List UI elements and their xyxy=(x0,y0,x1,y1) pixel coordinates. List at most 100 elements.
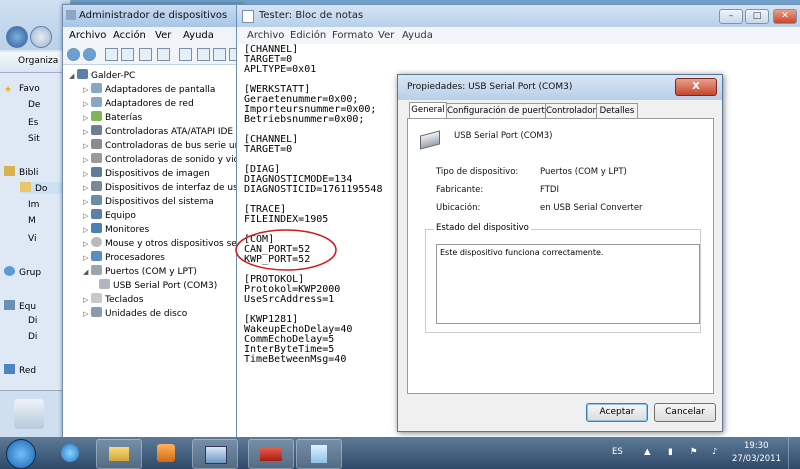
collapse-icon[interactable]: ◢ xyxy=(69,72,77,80)
nav-item[interactable]: Di xyxy=(28,332,37,342)
menu-accion[interactable]: Acción xyxy=(113,30,146,41)
expand-icon[interactable]: ▷ xyxy=(83,86,91,94)
tree-root[interactable]: ◢ Galder-PC xyxy=(69,69,135,81)
nav-item[interactable]: Vi xyxy=(28,234,36,244)
nav-item[interactable]: M xyxy=(28,216,36,226)
tab-driver[interactable]: Controlador xyxy=(545,103,597,119)
ok-button[interactable]: Aceptar xyxy=(586,403,648,422)
tree-item[interactable]: ▷ Controladoras de sonido y vid xyxy=(83,153,239,165)
cancel-button[interactable]: Cancelar xyxy=(654,403,716,422)
menu-ayuda[interactable]: Ayuda xyxy=(402,30,433,41)
notepad-text-area[interactable]: [CHANNEL] TARGET=0 APLTYPE=0x01 [WERKSTATT… xyxy=(244,45,382,365)
tree-item[interactable]: ◢ Puertos (COM y LPT) xyxy=(83,265,197,277)
menu-ayuda[interactable]: Ayuda xyxy=(183,30,214,41)
expand-icon[interactable]: ▷ xyxy=(83,142,91,150)
organize-button[interactable]: Organiza xyxy=(0,52,70,73)
expand-icon[interactable]: ▷ xyxy=(83,128,91,136)
view-icon[interactable] xyxy=(105,48,118,61)
nav-item[interactable]: Di xyxy=(28,316,37,326)
tree-item[interactable]: ▷ Controladoras ATA/ATAPI IDE xyxy=(83,125,233,137)
expand-icon[interactable]: ▷ xyxy=(83,100,91,108)
show-desktop-button[interactable] xyxy=(788,437,800,469)
tree-item[interactable]: ▷ Controladoras de bus serie un xyxy=(83,139,240,151)
update-driver-icon[interactable] xyxy=(197,48,210,61)
list-icon[interactable] xyxy=(157,48,170,61)
expand-icon[interactable]: ▷ xyxy=(83,254,91,262)
tree-item[interactable]: ▷ Dispositivos de imagen xyxy=(83,167,210,179)
forward-button[interactable] xyxy=(30,26,52,48)
nav-item[interactable]: De xyxy=(28,100,40,110)
back-icon[interactable] xyxy=(67,48,80,61)
tab-port-settings[interactable]: Configuración de puerto xyxy=(446,103,550,119)
menu-ver[interactable]: Ver xyxy=(155,30,171,41)
expand-icon[interactable]: ▷ xyxy=(83,184,91,192)
nav-homegroup[interactable]: Grup xyxy=(4,266,41,278)
expand-icon[interactable]: ▷ xyxy=(83,226,91,234)
tree-item[interactable]: ▷ Mouse y otros dispositivos se xyxy=(83,237,237,249)
menu-edicion[interactable]: Edición xyxy=(290,30,326,41)
clock-date[interactable]: 27/03/2011 xyxy=(732,454,781,464)
network-icon[interactable]: ▮ xyxy=(668,447,673,457)
flag-icon[interactable]: ⚑ xyxy=(690,447,698,457)
taskbar-explorer[interactable] xyxy=(96,439,142,469)
nav-item[interactable]: Im xyxy=(28,200,39,210)
nav-favorites[interactable]: ★ Favo xyxy=(4,84,40,95)
menu-ver[interactable]: Ver xyxy=(378,30,394,41)
device-status-box[interactable]: Este dispositivo funciona correctamente. xyxy=(436,244,700,324)
device-manager-titlebar[interactable]: Administrador de dispositivos xyxy=(63,5,243,27)
expand-icon[interactable]: ▷ xyxy=(83,156,91,164)
maximize-button[interactable]: □ xyxy=(745,9,769,24)
expand-icon[interactable]: ▷ xyxy=(83,296,91,304)
taskbar-notepad[interactable] xyxy=(296,439,342,469)
menu-formato[interactable]: Formato xyxy=(332,30,373,41)
nav-item[interactable]: Do xyxy=(20,182,66,194)
disable-icon[interactable] xyxy=(213,48,226,61)
notepad-titlebar[interactable]: Tester: Bloc de notas – □ ✕ xyxy=(237,5,800,27)
nav-libraries[interactable]: Bibli xyxy=(4,166,38,178)
tree-item[interactable]: ▷ Dispositivos de interfaz de us xyxy=(83,181,238,193)
tray-expand-icon[interactable]: ▲ xyxy=(644,447,651,457)
expand-icon[interactable]: ▷ xyxy=(83,198,91,206)
nav-computer[interactable]: Equ xyxy=(4,300,36,312)
clock-time[interactable]: 19:30 xyxy=(744,441,769,451)
tree-item[interactable]: ▷ Procesadores xyxy=(83,251,165,263)
tree-item[interactable]: ▷ Equipo xyxy=(83,209,136,221)
tree-item[interactable]: ▷ Dispositivos del sistema xyxy=(83,195,214,207)
tree-item[interactable]: ▷ Adaptadores de pantalla xyxy=(83,83,215,95)
close-button[interactable]: ✕ xyxy=(773,9,797,24)
expand-icon[interactable]: ▷ xyxy=(83,310,91,318)
nav-item[interactable]: Es xyxy=(28,118,38,128)
nav-network[interactable]: Red xyxy=(4,364,36,376)
dialog-titlebar[interactable]: Propiedades: USB Serial Port (COM3) X xyxy=(398,75,722,100)
computer-icon xyxy=(4,300,15,310)
nav-item[interactable]: Sit xyxy=(28,134,40,144)
tree-item-usb-serial[interactable]: USB Serial Port (COM3) xyxy=(99,279,217,291)
back-button[interactable] xyxy=(6,26,28,48)
volume-icon[interactable]: ♪ xyxy=(712,447,717,457)
collapse-icon[interactable]: ◢ xyxy=(83,268,91,276)
tree-item[interactable]: ▷ Adaptadores de red xyxy=(83,97,194,109)
taskbar-device-manager[interactable] xyxy=(192,439,238,469)
tree-item[interactable]: ▷ Monitores xyxy=(83,223,149,235)
menu-archivo[interactable]: Archivo xyxy=(247,30,284,41)
expand-icon[interactable]: ▷ xyxy=(83,212,91,220)
dialog-close-button[interactable]: X xyxy=(675,78,717,96)
tree-item[interactable]: ▷ Baterías xyxy=(83,111,142,123)
expand-icon[interactable]: ▷ xyxy=(83,170,91,178)
scan-icon[interactable] xyxy=(179,48,192,61)
tree-item[interactable]: ▷ Unidades de disco xyxy=(83,307,187,319)
expand-icon[interactable]: ▷ xyxy=(83,240,91,248)
properties-icon[interactable] xyxy=(121,48,134,61)
menu-archivo[interactable]: Archivo xyxy=(69,30,106,41)
taskbar-media-player[interactable] xyxy=(144,439,188,467)
start-button[interactable] xyxy=(6,439,36,469)
tab-details[interactable]: Detalles xyxy=(596,103,638,119)
expand-icon[interactable]: ▷ xyxy=(83,114,91,122)
minimize-button[interactable]: – xyxy=(719,9,743,24)
help-icon[interactable] xyxy=(139,48,152,61)
language-indicator[interactable]: ES xyxy=(612,447,623,457)
forward-icon[interactable] xyxy=(83,48,96,61)
tree-item[interactable]: ▷ Teclados xyxy=(83,293,143,305)
taskbar-toolbox[interactable] xyxy=(248,439,294,469)
taskbar-internet-explorer[interactable] xyxy=(48,439,92,467)
